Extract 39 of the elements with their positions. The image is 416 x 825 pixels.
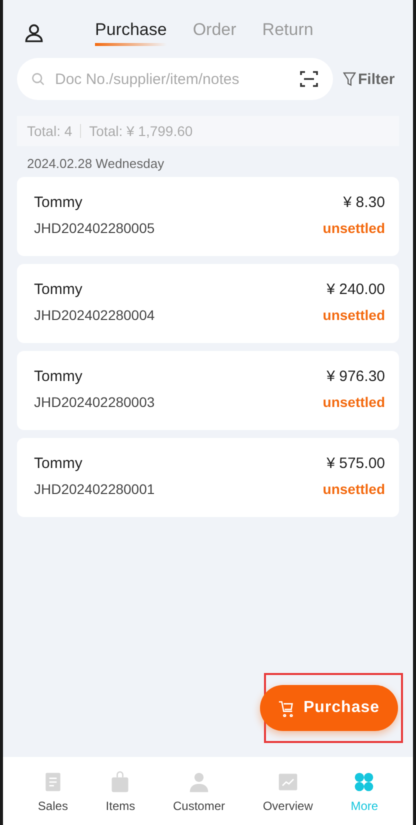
status-label: unsettled [322, 394, 385, 410]
doc-number: JHD202402280004 [34, 307, 155, 323]
nav-tab[interactable]: Overview [262, 757, 313, 825]
doc-number: JHD202402280001 [34, 481, 155, 497]
search-bar[interactable]: Doc No./supplier/item/notes [17, 58, 333, 100]
doc-number: JHD202402280003 [34, 394, 155, 410]
bag-icon [109, 771, 132, 793]
supplier-name: Tommy [34, 368, 82, 385]
amount: ¥ 240.00 [326, 281, 385, 298]
amount: ¥ 8.30 [343, 194, 385, 211]
record-card[interactable]: Tommy ¥ 976.30 JHD202402280003 unsettled [17, 351, 399, 430]
cart-icon [278, 700, 296, 716]
user-icon[interactable] [23, 22, 45, 44]
nav-tab[interactable]: Items [106, 757, 136, 825]
nav-tab[interactable]: Customer [172, 757, 225, 825]
filter-icon [343, 72, 356, 86]
supplier-name: Tommy [34, 281, 82, 298]
clover-icon [353, 771, 376, 793]
amount: ¥ 575.00 [326, 455, 385, 472]
tab[interactable]: Purchase [95, 20, 167, 46]
doc-number: JHD202402280005 [34, 220, 155, 236]
status-label: unsettled [322, 481, 385, 497]
status-label: unsettled [322, 307, 385, 323]
record-card[interactable]: Tommy ¥ 8.30 JHD202402280005 unsettled [17, 177, 399, 256]
search-icon [31, 72, 45, 86]
filter-button[interactable]: Filter [343, 70, 395, 88]
total-count: Total: 4 [27, 123, 72, 139]
record-card[interactable]: Tommy ¥ 575.00 JHD202402280001 unsettled [17, 438, 399, 517]
supplier-name: Tommy [34, 455, 82, 472]
scan-icon[interactable] [299, 69, 319, 89]
amount: ¥ 976.30 [326, 368, 385, 385]
total-amount: Total: ¥ 1,799.60 [89, 123, 193, 139]
nav-tab[interactable]: Sales [38, 757, 68, 825]
status-label: unsettled [322, 220, 385, 236]
record-card[interactable]: Tommy ¥ 240.00 JHD202402280004 unsettled [17, 264, 399, 343]
chart-icon [276, 771, 299, 793]
date-heading: 2024.02.28 Wednesday [26, 155, 166, 173]
person-icon [188, 771, 210, 793]
supplier-name: Tommy [34, 194, 82, 211]
